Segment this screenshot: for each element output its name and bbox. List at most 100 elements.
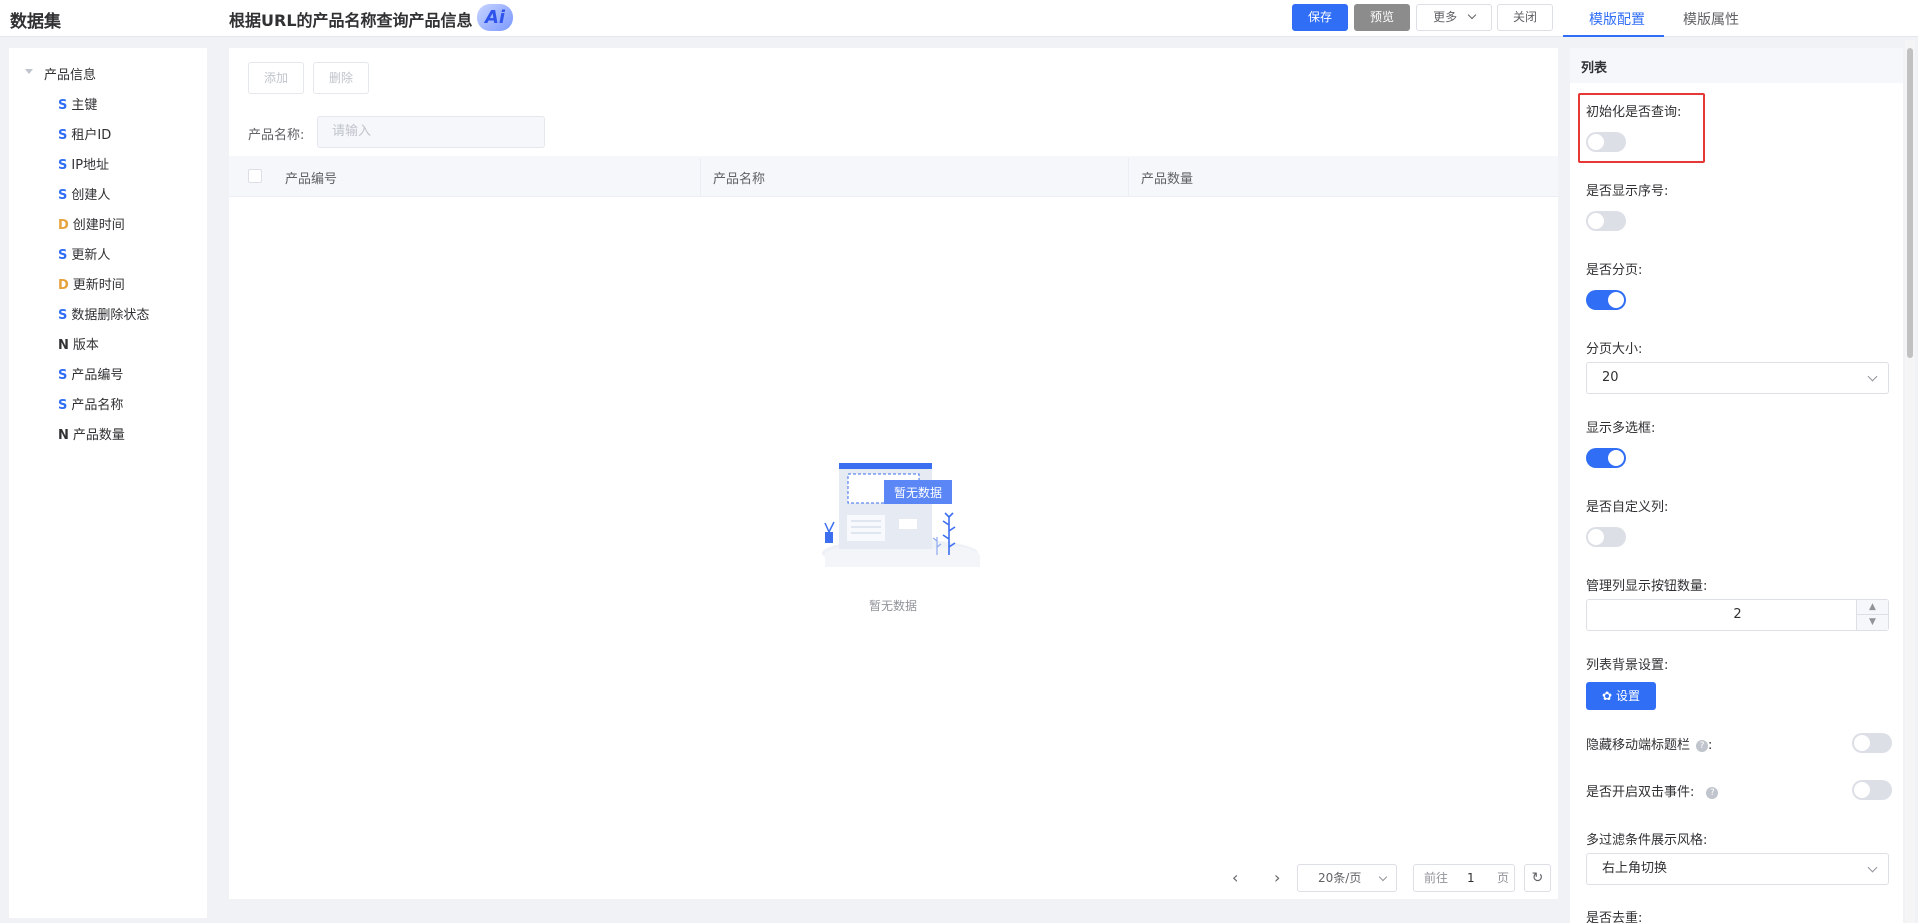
more-button[interactable]: 更多 [1416,4,1492,31]
empty-data-text: 暂无数据 [869,599,918,613]
column-product-code: 产品编号 [285,172,338,187]
empty-illustration-label: 暂无数据 [894,485,942,500]
field-label: 产品名称 [71,398,124,413]
decrement-icon[interactable]: ▼ [1856,615,1888,630]
more-label: 更多 [1433,10,1458,24]
field-label: 产品编号 [71,368,124,383]
tab-template-props[interactable]: 模版属性 [1683,9,1739,29]
config-section-header [1570,48,1903,83]
field-label: 租户ID [71,128,112,143]
dataset-tree-panel [9,48,207,918]
product-name-input[interactable]: 请输入 [317,116,545,148]
page-size-select[interactable]: 20条/页 [1297,864,1397,892]
bg-setting-button[interactable]: ✿ 设置 [1586,682,1656,710]
field-type-badge: S [58,398,68,413]
add-button[interactable]: 添加 [248,62,304,94]
goto-suffix: 页 [1497,871,1510,885]
question-icon[interactable]: ? [1706,786,1719,799]
column-divider [700,158,701,196]
column-divider [1128,158,1129,196]
close-button[interactable]: 关闭 [1497,4,1553,31]
chevron-down-icon [1467,10,1477,20]
field-type-badge: N [58,338,69,353]
hide-mobile-title-text: 隐藏移动端标题栏 [1586,738,1691,753]
field-type-badge: S [58,308,68,323]
filter-style-label: 多过滤条件展示风格: [1586,833,1708,848]
tree-field-item[interactable]: S 租户ID [58,124,111,143]
hide-mobile-title-label: 隐藏移动端标题栏?: [1586,738,1713,753]
tree-root-product-info[interactable]: 产品信息 [44,64,96,83]
show-index-switch[interactable] [1586,211,1626,231]
page-size-value: 20条/页 [1318,871,1362,885]
chevron-down-icon [1867,862,1878,873]
tree-field-item[interactable]: S 更新人 [58,244,110,263]
refresh-icon[interactable]: ↻ [1524,864,1551,892]
manage-buttons-input[interactable]: 2 ▲ ▼ [1586,599,1889,631]
field-type-badge: S [58,248,68,263]
tree-field-item[interactable]: D 创建时间 [58,214,125,233]
field-label: 更新人 [71,248,111,263]
manage-buttons-value: 2 [1733,607,1742,622]
config-scrollbar[interactable] [1907,48,1913,358]
empty-data-illustration: 暂无数据 [822,463,980,567]
page-jump: 前往 1 页 [1413,864,1515,892]
chevron-down-icon [1378,872,1388,882]
tree-field-item[interactable]: D 更新时间 [58,274,125,293]
multi-select-label: 显示多选框: [1586,421,1656,436]
filter-style-select[interactable]: 右上角切换 [1586,853,1889,885]
next-page-icon[interactable]: › [1274,868,1280,887]
tree-field-item[interactable]: N 版本 [58,334,99,353]
delete-button[interactable]: 删除 [313,62,369,94]
field-label: 主键 [71,98,98,113]
dblclick-label: 是否开启双击事件:? [1586,781,1719,800]
page-size-label: 分页大小: [1586,342,1643,357]
bg-setting-button-label: 设置 [1615,689,1640,703]
field-label: 数据删除状态 [71,308,150,323]
tree-field-item[interactable]: S 产品名称 [58,394,123,413]
increment-icon[interactable]: ▲ [1856,600,1888,615]
paging-label: 是否分页: [1586,263,1643,278]
field-type-badge: S [58,368,68,383]
filter-style-value: 右上角切换 [1602,861,1668,876]
goto-page-input[interactable]: 1 [1467,865,1475,891]
page-size-config-select[interactable]: 20 [1586,362,1889,394]
custom-columns-switch[interactable] [1586,527,1626,547]
dataset-title: 数据集 [10,12,61,32]
tree-field-item[interactable]: S 数据删除状态 [58,304,149,323]
dblclick-switch[interactable] [1852,780,1892,800]
paging-switch[interactable] [1586,290,1626,310]
field-label: 更新时间 [72,278,125,293]
column-product-qty: 产品数量 [1141,172,1194,187]
tree-field-item[interactable]: S IP地址 [58,154,109,173]
caret-down-icon[interactable] [25,69,33,74]
field-type-badge: S [58,98,68,113]
chevron-down-icon [1867,371,1878,382]
tree-field-item[interactable]: S 创建人 [58,184,110,203]
field-type-badge: S [58,128,68,143]
field-type-badge: S [58,158,68,173]
field-label: 版本 [72,338,99,353]
select-all-checkbox[interactable] [248,169,262,183]
ai-icon[interactable]: Ai [477,4,513,31]
multi-select-switch[interactable] [1586,448,1626,468]
column-product-name: 产品名称 [713,172,766,187]
page-size-config-value: 20 [1602,370,1619,385]
hide-mobile-title-switch[interactable] [1852,733,1892,753]
dedupe-label: 是否去重: [1586,911,1643,923]
tree-field-item[interactable]: N 产品数量 [58,424,125,443]
field-type-badge: D [58,218,69,233]
config-section-title: 列表 [1581,61,1608,76]
field-label: 产品数量 [72,428,125,443]
manage-buttons-label: 管理列显示按钮数量: [1586,579,1708,594]
tab-template-config[interactable]: 模版配置 [1589,9,1645,29]
question-icon[interactable]: ? [1696,739,1709,752]
dblclick-text: 是否开启双击事件: [1586,785,1695,800]
table-header [229,156,1558,197]
tree-field-item[interactable]: S 主键 [58,94,97,113]
active-tab-indicator [1563,35,1664,37]
tree-field-item[interactable]: S 产品编号 [58,364,123,383]
preview-button[interactable]: 预览 [1354,4,1410,31]
prev-page-icon[interactable]: ‹ [1232,868,1238,887]
field-type-badge: S [58,188,68,203]
save-button[interactable]: 保存 [1292,4,1348,31]
